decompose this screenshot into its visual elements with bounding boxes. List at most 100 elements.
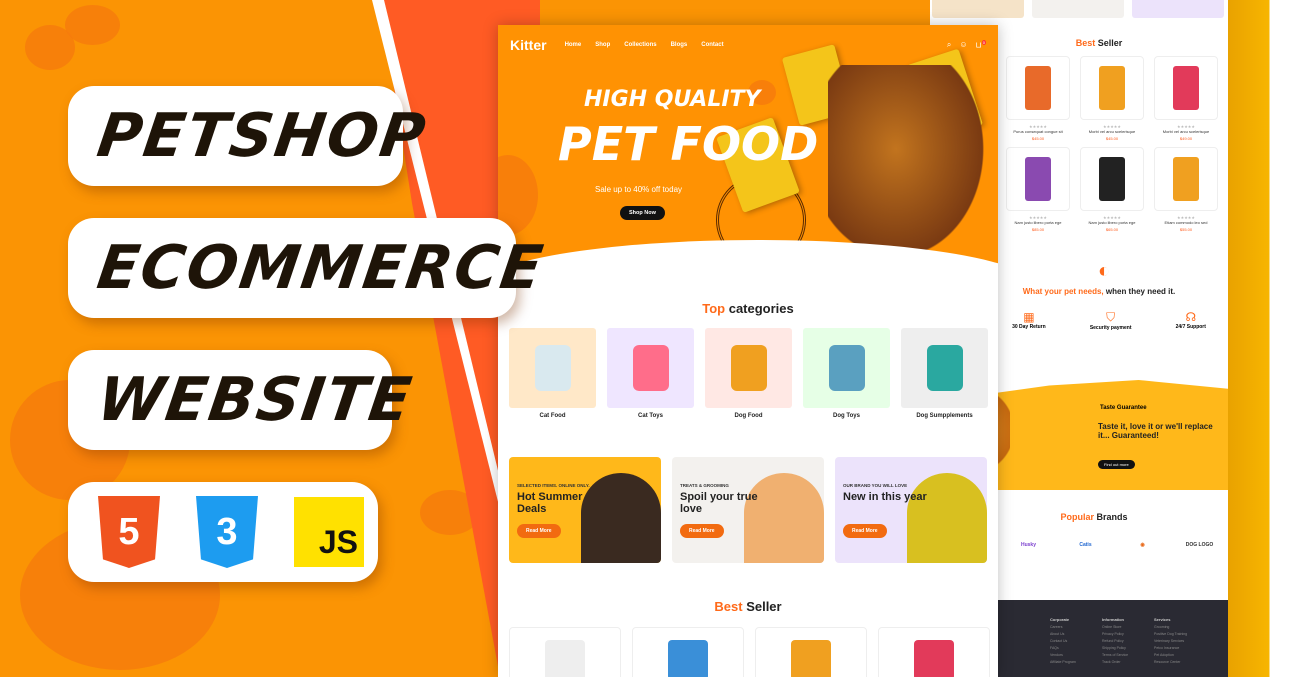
product-name: Etiam commodo leo sed xyxy=(1164,220,1208,225)
footer-column: Information Online Store Privacy Policy Ref… xyxy=(1102,617,1129,666)
brand-husky[interactable]: Husky xyxy=(1014,532,1044,558)
brand-catis[interactable]: Catis xyxy=(1071,532,1101,558)
category-card[interactable]: Dog Toys xyxy=(803,328,890,419)
pet-food-icon: ◐ xyxy=(1097,260,1111,282)
category-label: Cat Food xyxy=(539,413,566,419)
guarantee-title: Taste it, love it or we'll replace it...… xyxy=(1098,422,1213,440)
promo-eyebrow: SELECTED ITEMS. ONLINE ONLY. xyxy=(517,483,590,488)
footer-link[interactable]: Grooming xyxy=(1154,624,1187,631)
category-image xyxy=(803,328,890,408)
footer-link[interactable]: Affiliate Program xyxy=(1050,659,1076,666)
product-card[interactable] xyxy=(878,627,990,677)
footer-link[interactable]: Contact Us xyxy=(1050,638,1076,645)
category-image xyxy=(607,328,694,408)
promo-card[interactable]: TREATS & GROOMING Spoil your true love Rea… xyxy=(672,457,824,563)
read-more-button[interactable]: Read More xyxy=(843,524,887,538)
needs-heading: What your pet needs, when they need it. xyxy=(1022,287,1176,296)
cart-icon[interactable]: ⊔0 xyxy=(976,40,986,50)
category-card[interactable]: Dog Food xyxy=(705,328,792,419)
best-seller-title: Best Seller xyxy=(1075,38,1123,48)
product-price: $65.00 xyxy=(1105,227,1119,232)
best-seller-title: Best Seller xyxy=(714,599,782,614)
product-card[interactable]: ★★★★★ Nam justo libero porta ege $65.00 xyxy=(1080,147,1144,232)
footer-link[interactable]: Veterinary Services xyxy=(1154,638,1187,645)
feature-return: ▦ 30 Day Return xyxy=(1012,310,1046,330)
title-pill-ecommerce: ECOMMERCE xyxy=(68,218,549,318)
footer-link[interactable]: Track Order xyxy=(1102,659,1128,666)
product-card[interactable]: ★★★★★ Purus consequat congue sit $45.00 xyxy=(1006,56,1070,141)
nav-home[interactable]: Home xyxy=(565,42,582,48)
best-seller-row xyxy=(509,627,990,677)
footer-link[interactable]: Resource Center xyxy=(1154,659,1187,666)
product-name: Nam justo libero porta ege xyxy=(1088,220,1136,225)
product-price: $55.00 xyxy=(1179,227,1193,232)
product-name: Morbi vel arcu scelerisque xyxy=(1088,129,1136,134)
footer-link[interactable]: About Us xyxy=(1050,631,1076,638)
promo-card[interactable]: SELECTED ITEMS. ONLINE ONLY. Hot Summer D… xyxy=(509,457,661,563)
promo-title: Hot Summer Deals xyxy=(517,491,583,515)
category-card[interactable]: Cat Food xyxy=(509,328,596,419)
footer-link[interactable]: Refund Policy xyxy=(1102,638,1128,645)
title-pill-petshop: PETSHOP xyxy=(68,86,431,186)
css3-icon: 3 xyxy=(196,496,258,568)
search-icon[interactable]: ⌕ xyxy=(947,40,951,50)
shop-now-button[interactable]: Shop Now xyxy=(620,206,665,220)
product-image xyxy=(1080,147,1144,211)
hero-subtitle: Sale up to 40% off today xyxy=(595,185,683,194)
category-label: Dog Toys xyxy=(833,413,860,419)
product-name: Morbi vel arcu scelerisque xyxy=(1162,129,1210,134)
nav-contact[interactable]: Contact xyxy=(701,42,723,48)
product-card[interactable]: ★★★★★ Etiam commodo leo sed $55.00 xyxy=(1154,147,1218,232)
nav-blogs[interactable]: Blogs xyxy=(671,42,688,48)
footer-link[interactable]: Shipping Policy xyxy=(1102,645,1128,652)
guarantee-badge: Taste Guarantee xyxy=(1100,405,1147,411)
footer-link[interactable]: Terms of Service xyxy=(1102,652,1128,659)
promo-eyebrow: TREATS & GROOMING xyxy=(680,483,729,488)
read-more-button[interactable]: Read More xyxy=(680,524,724,538)
brand-dog-logo[interactable]: DOG LOGO xyxy=(1185,532,1215,558)
paw-decoration xyxy=(65,5,120,45)
promo-card[interactable]: OUR BRAND YOU WILL LOVE New in this year R… xyxy=(835,457,987,563)
product-name: Nam justo libero porta ege xyxy=(1014,220,1062,225)
footer-link[interactable]: Petco Insurance xyxy=(1154,645,1187,652)
brand-corgi[interactable]: ◉ xyxy=(1128,532,1158,558)
javascript-icon: JS xyxy=(294,497,364,567)
tech-stack-pill: 5 3 JS xyxy=(68,482,378,582)
footer-link[interactable]: Pet Adoption xyxy=(1154,652,1187,659)
edge-strip xyxy=(1228,0,1296,677)
product-card[interactable] xyxy=(509,627,621,677)
html5-icon: 5 xyxy=(98,496,160,568)
hero-title-line1: HIGH QUALITY xyxy=(584,87,761,112)
title-pill-website: WEBSITE xyxy=(68,350,417,450)
footer-link[interactable]: Careers xyxy=(1050,624,1076,631)
nav-shop[interactable]: Shop xyxy=(595,42,610,48)
category-card[interactable]: Dog Sumpplements xyxy=(901,328,988,419)
footer-column: Services Grooming Positive Dog Training Vet… xyxy=(1154,617,1188,666)
category-image xyxy=(509,328,596,408)
user-icon[interactable]: ☺ xyxy=(959,40,967,50)
product-card[interactable]: ★★★★★ Morbi vel arcu scelerisque $49.00 xyxy=(1154,56,1218,141)
product-price: $45.00 xyxy=(1105,136,1119,141)
footer-link[interactable]: Privacy Policy xyxy=(1102,631,1128,638)
feature-security: ⛉ Security payment xyxy=(1089,310,1132,331)
read-more-button[interactable]: Read More xyxy=(517,524,561,538)
footer-link[interactable]: FAQs xyxy=(1050,645,1076,652)
footer-link[interactable]: Positive Dog Training xyxy=(1154,631,1187,638)
category-label: Dog Sumpplements xyxy=(916,413,973,419)
footer-link[interactable]: Vendors xyxy=(1050,652,1076,659)
category-card[interactable]: Cat Toys xyxy=(607,328,694,419)
product-card[interactable] xyxy=(755,627,867,677)
product-image xyxy=(1006,147,1070,211)
calendar-icon: ▦ xyxy=(1023,310,1035,324)
nav-collections[interactable]: Collections xyxy=(624,42,656,48)
product-card[interactable] xyxy=(632,627,744,677)
website-preview: Kitter Home Shop Collections Blogs Conta… xyxy=(498,25,998,677)
promo-eyebrow: OUR BRAND YOU WILL LOVE xyxy=(843,483,908,488)
product-card[interactable]: ★★★★★ Nam justo libero porta ege $85.00 xyxy=(1006,147,1070,232)
product-card[interactable]: ★★★★★ Morbi vel arcu scelerisque $45.00 xyxy=(1080,56,1144,141)
product-image xyxy=(1154,56,1218,120)
logo[interactable]: Kitter xyxy=(510,37,547,53)
footer-link[interactable]: Online Store xyxy=(1102,624,1128,631)
cart-count-badge: 0 xyxy=(981,40,986,45)
find-out-more-button[interactable]: Find out more xyxy=(1098,460,1135,469)
